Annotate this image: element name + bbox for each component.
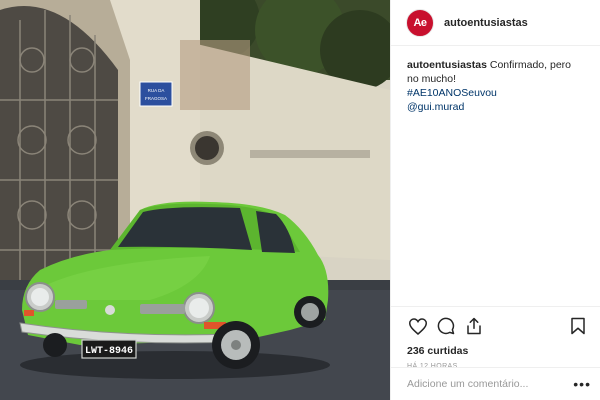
street-sign-line2: FRAGOSA: [145, 96, 167, 101]
post-side-panel: Ae autoentusiastas autoentusiastas Confi…: [390, 0, 600, 400]
street-sign-line1: RUA DA: [148, 88, 165, 93]
photo-illustration: RUA DA FRAGOSA LWT-8946: [0, 0, 390, 400]
comment-input[interactable]: [407, 378, 574, 390]
heart-icon[interactable]: [407, 315, 429, 337]
header-username[interactable]: autoentusiastas: [444, 17, 528, 29]
avatar-text: Ae: [413, 16, 427, 29]
more-options-icon[interactable]: •••: [573, 376, 591, 392]
caption-mention[interactable]: @gui.murad: [407, 100, 584, 114]
comment-bar: •••: [391, 367, 600, 400]
action-icons-row: [407, 315, 585, 337]
post-header: Ae autoentusiastas: [391, 0, 600, 46]
share-icon[interactable]: [463, 315, 485, 337]
post-photo[interactable]: RUA DA FRAGOSA LWT-8946: [0, 0, 390, 400]
post-actions: 236 curtidas HÁ 12 HORAS: [391, 306, 600, 370]
bookmark-icon[interactable]: [567, 315, 589, 337]
caption-hashtag[interactable]: #AE10ANOSeuvou: [407, 86, 584, 100]
license-plate-text: LWT-8946: [85, 346, 133, 357]
comment-icon[interactable]: [435, 315, 457, 337]
caption-username[interactable]: autoentusiastas: [407, 59, 487, 71]
likes-count[interactable]: 236 curtidas: [407, 345, 585, 357]
post-caption: autoentusiastas Confirmado, pero no much…: [391, 46, 600, 114]
avatar[interactable]: Ae: [406, 8, 434, 37]
